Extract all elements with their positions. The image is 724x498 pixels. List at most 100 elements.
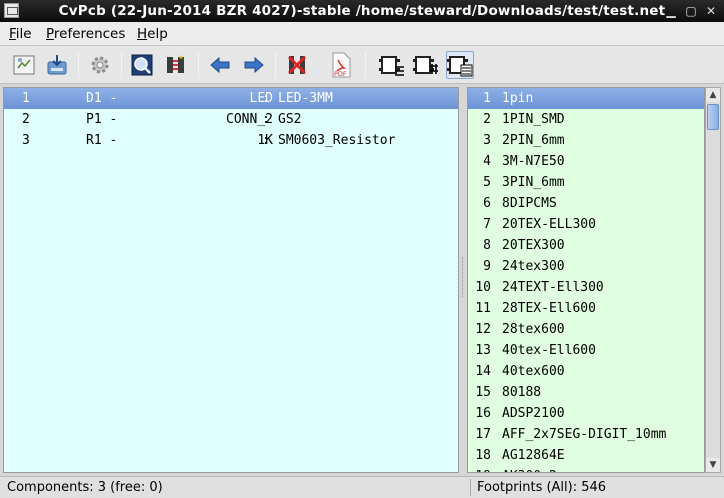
footprint-row[interactable]: 18 AG12864E xyxy=(468,445,704,466)
component-reference: D1 - xyxy=(86,91,118,106)
save-netlist-icon xyxy=(47,55,67,75)
tool-settings[interactable] xyxy=(86,51,114,79)
footprint-row[interactable]: 19 AK300_2 xyxy=(468,466,704,472)
footprint-row[interactable]: 5 3PIN_6mm xyxy=(468,172,704,193)
footprint-number: 19 xyxy=(475,467,491,472)
footprint-row[interactable]: 17 AFF_2x7SEG-DIGIT_10mm xyxy=(468,424,704,445)
tool-save-netlist[interactable] xyxy=(43,51,71,79)
footprint-name: 1PIN_SMD xyxy=(502,112,565,127)
footprint-row[interactable]: 15 80188 xyxy=(468,382,704,403)
component-separator: : xyxy=(262,112,270,127)
component-footprint: LED-3MM xyxy=(278,91,333,106)
tool-previous[interactable] xyxy=(206,51,234,79)
footprint-number: 16 xyxy=(475,406,491,421)
menu-preferences[interactable]: Preferences xyxy=(46,26,125,42)
menu-file[interactable]: File xyxy=(9,26,32,42)
footprint-name: AFF_2x7SEG-DIGIT_10mm xyxy=(502,427,667,442)
footprint-name: 1pin xyxy=(502,91,534,106)
pdf-label: PDF xyxy=(334,70,347,78)
footprint-number: 8 xyxy=(483,238,491,253)
menu-file-mnemonic: F xyxy=(9,26,16,42)
footprint-number: 18 xyxy=(475,448,491,463)
footprint-list[interactable]: 1 1pin 2 1PIN_SMD 3 2PIN_6mm 4 3M-N7E50 5 3PIN_6m… xyxy=(467,87,705,473)
component-reference: R1 - xyxy=(86,133,118,148)
footprint-name: 24TEXT-Ell300 xyxy=(502,280,604,295)
minimize-button[interactable]: ▁ xyxy=(663,3,679,19)
footprint-row[interactable]: 12 28tex600 xyxy=(468,319,704,340)
footprint-row[interactable]: 14 40tex600 xyxy=(468,361,704,382)
footprint-name: 80188 xyxy=(502,385,542,400)
footprint-name: AK300_2 xyxy=(502,467,557,472)
title-bar: CvPcb (22-Jun-2014 BZR 4027)-stable /hom… xyxy=(0,0,724,22)
footprint-row[interactable]: 4 3M-N7E50 xyxy=(468,151,704,172)
component-footprint: GS2 xyxy=(278,112,302,127)
pdf-doc-icon: PDF xyxy=(332,52,351,78)
menu-preferences-label: references xyxy=(53,26,126,42)
toolbar-separator xyxy=(275,52,276,78)
footprint-number: 10 xyxy=(475,280,491,295)
footprint-name: 40tex-Ell600 xyxy=(502,343,596,358)
footprint-row[interactable]: 2 1PIN_SMD xyxy=(468,109,704,130)
footprint-name: 24tex300 xyxy=(502,259,565,274)
footprint-row[interactable]: 16 ADSP2100 xyxy=(468,403,704,424)
toolbar-separator xyxy=(198,52,199,78)
components-count-status: Components: 3 (free: 0) xyxy=(7,480,163,495)
footprint-row[interactable]: 6 8DIPCMS xyxy=(468,193,704,214)
menu-help-label: elp xyxy=(147,26,168,42)
footprint-name: 20TEX300 xyxy=(502,238,565,253)
scrollbar-thumb[interactable] xyxy=(707,104,719,130)
footprint-list-scrollbar[interactable]: ▲ ▼ xyxy=(705,87,721,473)
footprint-row[interactable]: 10 24TEXT-Ell300 xyxy=(468,277,704,298)
footprint-row[interactable]: 3 2PIN_6mm xyxy=(468,130,704,151)
tool-next[interactable] xyxy=(240,51,268,79)
footprint-name: 8DIPCMS xyxy=(502,196,557,211)
component-index: 2 xyxy=(22,112,30,127)
component-separator: : xyxy=(262,133,270,148)
tool-filter-library[interactable] xyxy=(446,51,474,79)
component-row[interactable]: 3 R1 - 1K : SM0603_Resistor xyxy=(4,130,458,151)
footprint-number: 6 xyxy=(483,196,491,211)
footprint-row[interactable]: 1 1pin xyxy=(468,88,704,109)
component-index: 3 xyxy=(22,133,30,148)
next-arrow-icon xyxy=(244,56,264,74)
splitter-grip[interactable] xyxy=(462,257,465,297)
tool-view-footprint[interactable] xyxy=(128,51,156,79)
footprint-number: 11 xyxy=(475,301,491,316)
footprint-number: 1 xyxy=(483,91,491,106)
footprint-name: 28TEX-Ell600 xyxy=(502,301,596,316)
footprint-row[interactable]: 11 28TEX-Ell600 xyxy=(468,298,704,319)
footprint-number: 3 xyxy=(483,133,491,148)
previous-arrow-icon xyxy=(210,56,230,74)
footprint-row[interactable]: 13 40tex-Ell600 xyxy=(468,340,704,361)
menu-help-mnemonic: H xyxy=(137,26,148,42)
settings-gear-icon xyxy=(91,56,109,74)
tool-pdf-doc[interactable]: PDF xyxy=(327,51,355,79)
menu-preferences-mnemonic: P xyxy=(46,26,54,42)
pane-splitter[interactable] xyxy=(460,87,467,473)
footprint-row[interactable]: 9 24tex300 xyxy=(468,256,704,277)
window-title: CvPcb (22-Jun-2014 BZR 4027)-stable /hom… xyxy=(58,3,666,19)
tool-auto-associate[interactable] xyxy=(162,51,190,79)
component-list[interactable]: 1 D1 - LED : LED-3MM 2 P1 - CONN_2 : GS2… xyxy=(3,87,459,473)
toolbar-separator xyxy=(78,52,79,78)
component-index: 1 xyxy=(22,91,30,106)
component-separator: : xyxy=(262,91,270,106)
menu-help[interactable]: Help xyxy=(137,26,168,42)
tool-filter-pincount[interactable] xyxy=(412,51,440,79)
close-button[interactable]: ✕ xyxy=(703,3,719,19)
footprint-row[interactable]: 8 20TEX300 xyxy=(468,235,704,256)
scroll-down-arrow-icon[interactable]: ▼ xyxy=(706,458,720,472)
tool-filter-keyword[interactable] xyxy=(378,51,406,79)
tool-delete-associations[interactable] xyxy=(283,51,311,79)
view-footprint-icon xyxy=(131,54,153,76)
delete-associations-icon xyxy=(288,56,306,74)
footprint-filter-pincount-icon xyxy=(413,56,438,74)
maximize-button[interactable]: ▢ xyxy=(683,3,699,19)
tool-configure[interactable] xyxy=(10,51,38,79)
footprint-name: 3M-N7E50 xyxy=(502,154,565,169)
component-row[interactable]: 1 D1 - LED : LED-3MM xyxy=(4,88,458,109)
configure-icon xyxy=(13,55,35,75)
footprint-row[interactable]: 7 20TEX-ELL300 xyxy=(468,214,704,235)
scroll-up-arrow-icon[interactable]: ▲ xyxy=(706,88,720,102)
component-row[interactable]: 2 P1 - CONN_2 : GS2 xyxy=(4,109,458,130)
